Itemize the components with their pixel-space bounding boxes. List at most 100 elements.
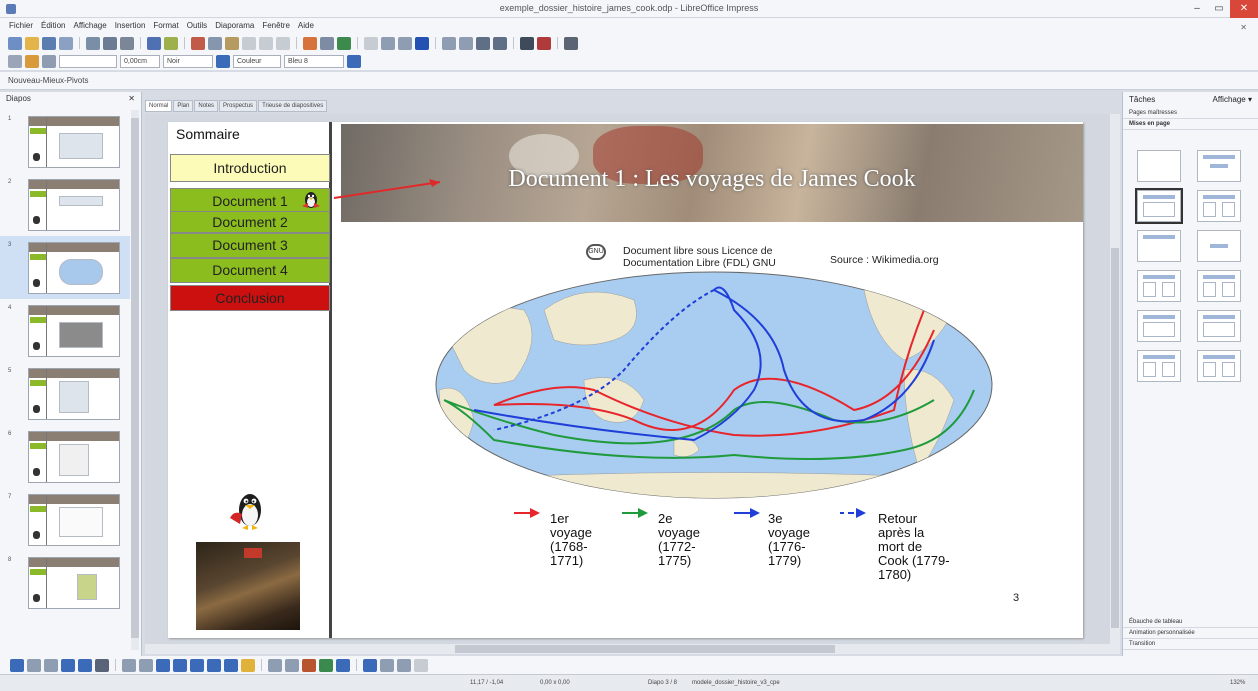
stars-icon[interactable] — [241, 658, 255, 672]
flowchart-icon[interactable] — [207, 658, 221, 672]
tab-notes[interactable]: Notes — [194, 100, 219, 112]
arrange-icon[interactable] — [397, 658, 411, 672]
tab-prospectus[interactable]: Prospectus — [219, 100, 258, 112]
print-icon[interactable] — [120, 36, 134, 50]
section-master-pages[interactable]: Pages maîtresses — [1123, 108, 1258, 119]
slide-thumbnail-7[interactable]: 7 — [0, 488, 130, 551]
autospell-icon[interactable] — [164, 36, 178, 50]
slide-thumbnail-3[interactable]: 3 — [0, 236, 130, 299]
edit-file-icon[interactable] — [86, 36, 100, 50]
layout-title-centered[interactable] — [1137, 230, 1181, 262]
crop-icon[interactable] — [564, 36, 578, 50]
vertical-scroll-thumb[interactable] — [1111, 248, 1119, 628]
tab-normal[interactable]: Normal — [145, 100, 173, 112]
extrusion-icon[interactable] — [363, 658, 377, 672]
menu-outils[interactable]: Outils — [184, 18, 210, 34]
menu-fichier[interactable]: Fichier — [6, 18, 36, 34]
symbol-shapes-icon[interactable] — [173, 658, 187, 672]
rectangle-tool-icon[interactable] — [61, 658, 75, 672]
menu-aide[interactable]: Aide — [295, 18, 317, 34]
area-icon[interactable] — [216, 54, 230, 68]
slides-scrollbar[interactable] — [131, 110, 139, 650]
zoom-level[interactable]: 132% — [1230, 680, 1245, 686]
menu-fenetre[interactable]: Fenêtre — [259, 18, 293, 34]
slide-title[interactable]: Document 1 : Les voyages de James Cook — [341, 166, 1083, 193]
nav-introduction-button[interactable]: Introduction — [170, 154, 330, 182]
layout-blank[interactable] — [1137, 150, 1181, 182]
layout-title-2-content[interactable] — [1197, 190, 1241, 222]
tab-plan[interactable]: Plan — [173, 100, 194, 112]
close-button[interactable]: ✕ — [1230, 0, 1258, 18]
email-icon[interactable] — [59, 36, 73, 50]
ellipse-tool-icon[interactable] — [78, 658, 92, 672]
slide-design-icon[interactable] — [476, 36, 490, 50]
area-color-select[interactable]: Bleu 8 — [284, 54, 344, 68]
stop-icon[interactable] — [537, 36, 551, 50]
section-custom-animation[interactable]: Animation personnalisée — [1123, 628, 1258, 639]
from-file-icon[interactable] — [319, 658, 333, 672]
arrow-line-tool-icon[interactable] — [44, 658, 58, 672]
slide-thumbnail-8[interactable]: 8 — [0, 551, 130, 614]
slide-thumbnail-1[interactable]: 1 — [0, 110, 130, 173]
open-icon[interactable] — [25, 36, 39, 50]
layout-title-content-2[interactable] — [1137, 270, 1181, 302]
slides-scroll-thumb[interactable] — [131, 118, 139, 638]
chart-icon[interactable] — [303, 36, 317, 50]
redo-icon[interactable] — [276, 36, 290, 50]
points-icon[interactable] — [268, 658, 282, 672]
tasks-view-menu[interactable]: Affichage ▾ — [1213, 95, 1252, 105]
export-pdf-icon[interactable] — [103, 36, 117, 50]
align-icon[interactable] — [380, 658, 394, 672]
nav-document-2-button[interactable]: Document 2 — [170, 211, 330, 233]
layout-centered-text[interactable] — [1197, 230, 1241, 262]
slide-canvas[interactable]: Sommaire Introduction Document 1 Documen… — [168, 122, 1083, 638]
gallery-icon[interactable] — [336, 658, 350, 672]
paste-icon[interactable] — [225, 36, 239, 50]
basic-shapes-icon[interactable] — [156, 658, 170, 672]
menu-affichage[interactable]: Affichage — [70, 18, 109, 34]
curve-tool-icon[interactable] — [122, 658, 136, 672]
slideshow-icon[interactable] — [493, 36, 507, 50]
slide-layout-icon[interactable] — [442, 36, 456, 50]
slide-thumbnail-4[interactable]: 4 — [0, 299, 130, 362]
block-arrows-icon[interactable] — [190, 658, 204, 672]
select-tool-icon[interactable] — [10, 658, 24, 672]
clone-formatting-icon[interactable] — [242, 36, 256, 50]
layout-title-6-content[interactable] — [1197, 350, 1241, 382]
save-icon[interactable] — [42, 36, 56, 50]
line-style-select[interactable] — [59, 54, 117, 68]
layout-title-content-over-2[interactable] — [1197, 310, 1241, 342]
layout-title-4-content[interactable] — [1137, 350, 1181, 382]
arrow-style-icon[interactable] — [25, 54, 39, 68]
layout-title-only[interactable] — [1197, 150, 1241, 182]
horizontal-scroll-thumb[interactable] — [455, 645, 835, 653]
maximize-button[interactable]: ▭ — [1208, 0, 1230, 18]
section-transition[interactable]: Transition — [1123, 639, 1258, 650]
line-width-field[interactable]: 0,00cm — [120, 54, 160, 68]
navigator-icon[interactable] — [337, 36, 351, 50]
shadow-icon[interactable] — [347, 54, 361, 68]
close-pane-icon[interactable]: ✕ — [128, 94, 135, 104]
help-icon[interactable] — [415, 36, 429, 50]
close-document-icon[interactable]: ✕ — [1237, 20, 1250, 35]
line-tool-icon[interactable] — [27, 658, 41, 672]
cut-icon[interactable] — [191, 36, 205, 50]
new-document-icon[interactable] — [8, 36, 22, 50]
area-style-select[interactable]: Couleur — [233, 54, 281, 68]
minimize-button[interactable]: – — [1186, 0, 1208, 18]
layout-title-content-over[interactable] — [1137, 310, 1181, 342]
nav-document-4-button[interactable]: Document 4 — [170, 258, 330, 283]
zoom-icon[interactable] — [381, 36, 395, 50]
cook-voyages-world-map[interactable] — [434, 270, 994, 500]
line-color-select[interactable]: Noir — [163, 54, 213, 68]
present-icon[interactable] — [520, 36, 534, 50]
undo-icon[interactable] — [259, 36, 273, 50]
fontwork-icon[interactable] — [302, 658, 316, 672]
menu-edition[interactable]: Édition — [38, 18, 68, 34]
layout-title-content[interactable] — [1135, 188, 1183, 224]
copy-icon[interactable] — [208, 36, 222, 50]
line-style-icon[interactable] — [42, 54, 56, 68]
nav-conclusion-button[interactable]: Conclusion — [170, 285, 330, 311]
layout-title-2-content-b[interactable] — [1197, 270, 1241, 302]
section-layouts[interactable]: Mises en page — [1123, 119, 1258, 130]
